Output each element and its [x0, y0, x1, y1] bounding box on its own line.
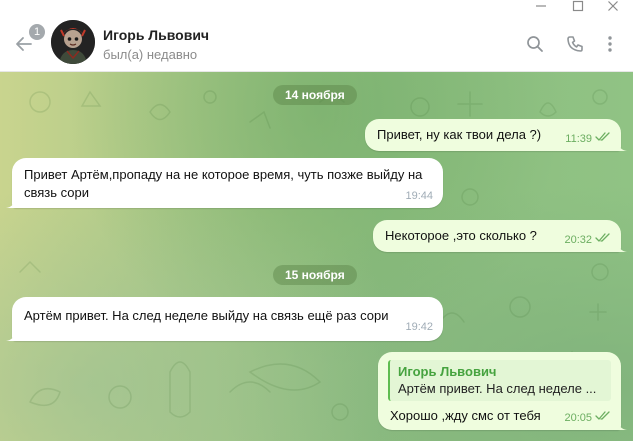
message-meta: 11:39: [565, 132, 611, 145]
more-vertical-icon[interactable]: [600, 34, 620, 54]
bubble-tail: [617, 242, 627, 252]
message-time: 11:39: [565, 132, 592, 145]
minimize-icon[interactable]: [526, 0, 556, 14]
contact-name[interactable]: Игорь Львович: [103, 27, 209, 43]
message-time: 19:44: [405, 190, 433, 202]
date-separator: 14 ноября: [273, 85, 357, 105]
message-bubble-incoming[interactable]: Привет Артём,пропаду на не которое время…: [6, 158, 443, 208]
message-meta: 19:44: [405, 190, 433, 202]
message-meta: 20:32: [564, 233, 611, 246]
message-meta: 19:42: [405, 321, 433, 333]
message-text: Артём привет. На след неделе выйду на св…: [24, 308, 389, 323]
unread-badge: 1: [29, 24, 45, 40]
contact-status: был(а) недавно: [103, 47, 198, 62]
message-text: Привет Артём,пропаду на не которое время…: [24, 167, 423, 200]
double-check-icon: [595, 411, 611, 424]
bubble-tail: [6, 331, 16, 341]
reply-text: Артём привет. На след неделе ...: [398, 381, 597, 396]
message-time: 20:05: [564, 411, 592, 424]
bubble-tail: [617, 141, 627, 151]
message-time: 19:42: [405, 321, 433, 333]
reply-author: Игорь Львович: [398, 364, 497, 379]
double-check-icon: [595, 233, 611, 246]
message-meta: 20:05: [564, 411, 611, 424]
message-bubble-outgoing[interactable]: Привет, ну как твои дела ?) 11:39: [365, 119, 627, 151]
message-time: 20:32: [564, 233, 592, 246]
search-icon[interactable]: [525, 34, 545, 54]
message-bubble-incoming[interactable]: Артём привет. На след неделе выйду на св…: [6, 297, 443, 341]
chat-header: 1 Игорь Львович был(а) недавно: [0, 14, 633, 72]
bubble-tail: [617, 420, 627, 430]
close-icon[interactable]: [598, 0, 628, 14]
maximize-icon[interactable]: [563, 0, 593, 14]
phone-icon[interactable]: [565, 34, 585, 54]
message-bubble-outgoing[interactable]: Игорь Львович Артём привет. На след неде…: [378, 352, 627, 430]
window-titlebar: [0, 0, 633, 14]
message-bubble-outgoing[interactable]: Некоторое ,это сколько ? 20:32: [373, 220, 627, 252]
bubble-tail: [6, 198, 16, 208]
avatar[interactable]: [51, 20, 95, 64]
date-separator: 15 ноября: [273, 265, 357, 285]
double-check-icon: [595, 132, 611, 145]
reply-quote[interactable]: Игорь Львович Артём привет. На след неде…: [388, 360, 611, 401]
chat-area[interactable]: 14 ноября Привет, ну как твои дела ?) 11…: [0, 72, 633, 441]
